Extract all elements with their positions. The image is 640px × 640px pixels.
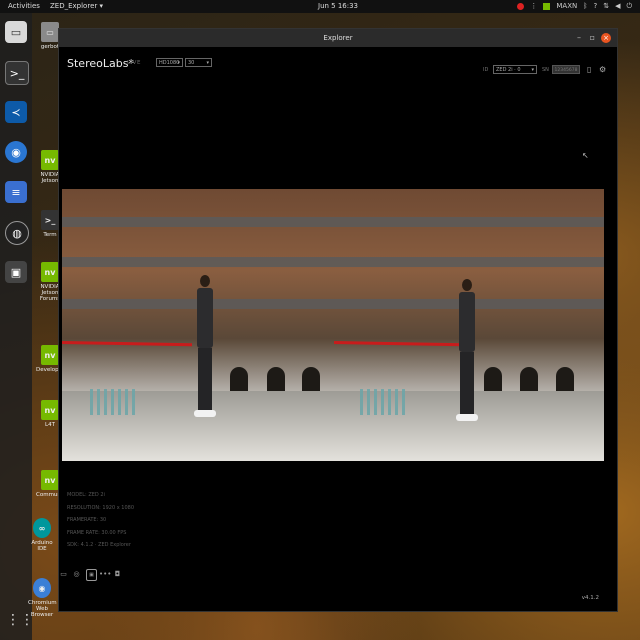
desktop-icon-chromium[interactable]: ◉ Chromium Web Browser [28,578,57,618]
camera-info-panel: MODEL: ZED 2i RESOLUTION: 1920 x 1080 FR… [67,489,134,552]
info-line: FRAME RATE: 30.00 FPS [67,529,127,536]
desktop-icon-label: NVIDIA Jetson [40,172,60,184]
fps-value: 30 [188,60,195,66]
maximize-icon[interactable]: ▫ [590,33,595,43]
volume-icon[interactable]: ◀ [615,0,620,13]
terminal-icon[interactable]: >_ [5,61,29,85]
desktop-icon-label: Chromium Web Browser [28,600,57,618]
chairs [90,389,138,415]
nvidia-icon: nv [41,345,59,365]
settings-dots-icon[interactable]: ••• [99,569,111,579]
balcony-rail [62,217,334,227]
chevron-down-icon: ▾ [177,60,180,66]
balcony-rail [62,257,334,267]
arduino-icon: ∞ [33,518,51,538]
window-titlebar[interactable]: Explorer – ▫ × [59,29,617,47]
clock[interactable]: Jun 5 16:33 [318,0,358,13]
show-apps-icon[interactable]: ⋮⋮ [6,612,34,632]
chairs [360,389,408,415]
red-rope [62,341,193,347]
desktop-icon-label: L4T [45,422,55,428]
sn-label: SN [542,67,549,73]
bluetooth-icon[interactable]: ᛒ [583,0,587,13]
toolbar-bottom: ▭ ◎ ▣ ••• ◘ [59,569,159,581]
nvidia-icon[interactable] [543,3,551,10]
obs-icon[interactable]: ◍ [5,221,29,245]
terminal-icon: >_ [41,210,59,230]
brand-logo: StereoLabs* [67,57,134,70]
app-menu[interactable]: ZED_Explorer ▾ [50,0,103,13]
fps-select[interactable]: 30 ▾ [185,58,212,67]
desktop-icon-label: Arduino IDE [31,540,53,552]
info-line: MODEL: ZED 2i [67,492,105,498]
close-icon[interactable]: × [601,33,611,43]
chromium-icon[interactable]: ◉ [5,141,27,163]
network-icon[interactable]: ⇅ [603,0,609,13]
chevron-down-icon: ▾ [531,67,534,73]
camera-snapshot-icon[interactable]: ◘ [113,569,122,579]
serial-number-field: 12345678 [552,65,580,74]
battery-icon[interactable]: ▯ [587,65,595,74]
person-figure [456,279,478,429]
minimize-icon[interactable]: – [577,33,581,43]
folder-icon: ▭ [41,22,59,42]
desktop-icon-label: Term [43,232,57,238]
nvidia-icon: nv [41,262,59,282]
desktop-icon-label: gerbot [40,44,60,50]
gear-icon[interactable]: ⚙ [599,65,607,74]
window-title: Explorer [323,34,353,42]
left-camera-view[interactable] [62,189,334,461]
nvidia-icon: nv [41,400,59,420]
live-label: LIVE [127,60,141,66]
activities-button[interactable]: Activities [8,0,40,13]
info-line: FRAMERATE: 30 [67,517,107,523]
mouse-cursor-icon: ↖ [582,151,589,160]
chromium-icon: ◉ [33,578,51,598]
system-tray: ⋮ MAXN ᛒ ? ⇅ ◀ ⏻ [517,0,632,13]
signal-icon[interactable]: ⋮ [530,0,537,13]
balcony-rail [334,257,604,267]
record-indicator-icon[interactable] [517,3,525,10]
vscode-icon[interactable]: ≺ [5,101,27,123]
id-label: ID [483,67,489,73]
nvidia-icon: nv [41,470,59,490]
svo-record-icon[interactable]: ▣ [86,569,97,581]
info-line: RESOLUTION: 1920 x 1080 [67,504,135,511]
help-icon[interactable]: ? [593,0,597,13]
red-rope [334,341,465,347]
resolution-value: HD1080 [159,60,180,66]
version-label: v4.1.2 [581,595,599,601]
person-figure [194,275,216,425]
chevron-down-icon: ▾ [206,60,209,66]
right-camera-view[interactable] [334,189,604,461]
power-mode-label[interactable]: MAXN [556,0,577,13]
power-icon[interactable]: ⏻ [626,0,632,13]
camera-select[interactable]: ZED 2i · 0 ▾ [493,65,537,74]
nvidia-icon: nv [41,150,59,170]
document-icon[interactable]: ≡ [5,181,27,203]
zed-explorer-icon[interactable]: ▣ [5,261,27,283]
top-bar: Activities ZED_Explorer ▾ Jun 5 16:33 ⋮ … [0,0,640,13]
files-icon[interactable]: ▭ [5,21,27,43]
info-line: SDK: 4.1.2 · ZED Explorer [67,542,131,548]
balcony-rail [334,217,604,227]
explorer-window: Explorer – ▫ × StereoLabs* LIVE HD1080 ▾… [58,28,618,612]
desktop-icon-arduino[interactable]: ∞ Arduino IDE [28,518,56,552]
camera-value: ZED 2i · 0 [496,67,521,73]
broadcast-icon[interactable]: ◎ [72,569,81,579]
folder-icon[interactable]: ▭ [59,569,68,579]
resolution-select[interactable]: HD1080 ▾ [156,58,183,67]
